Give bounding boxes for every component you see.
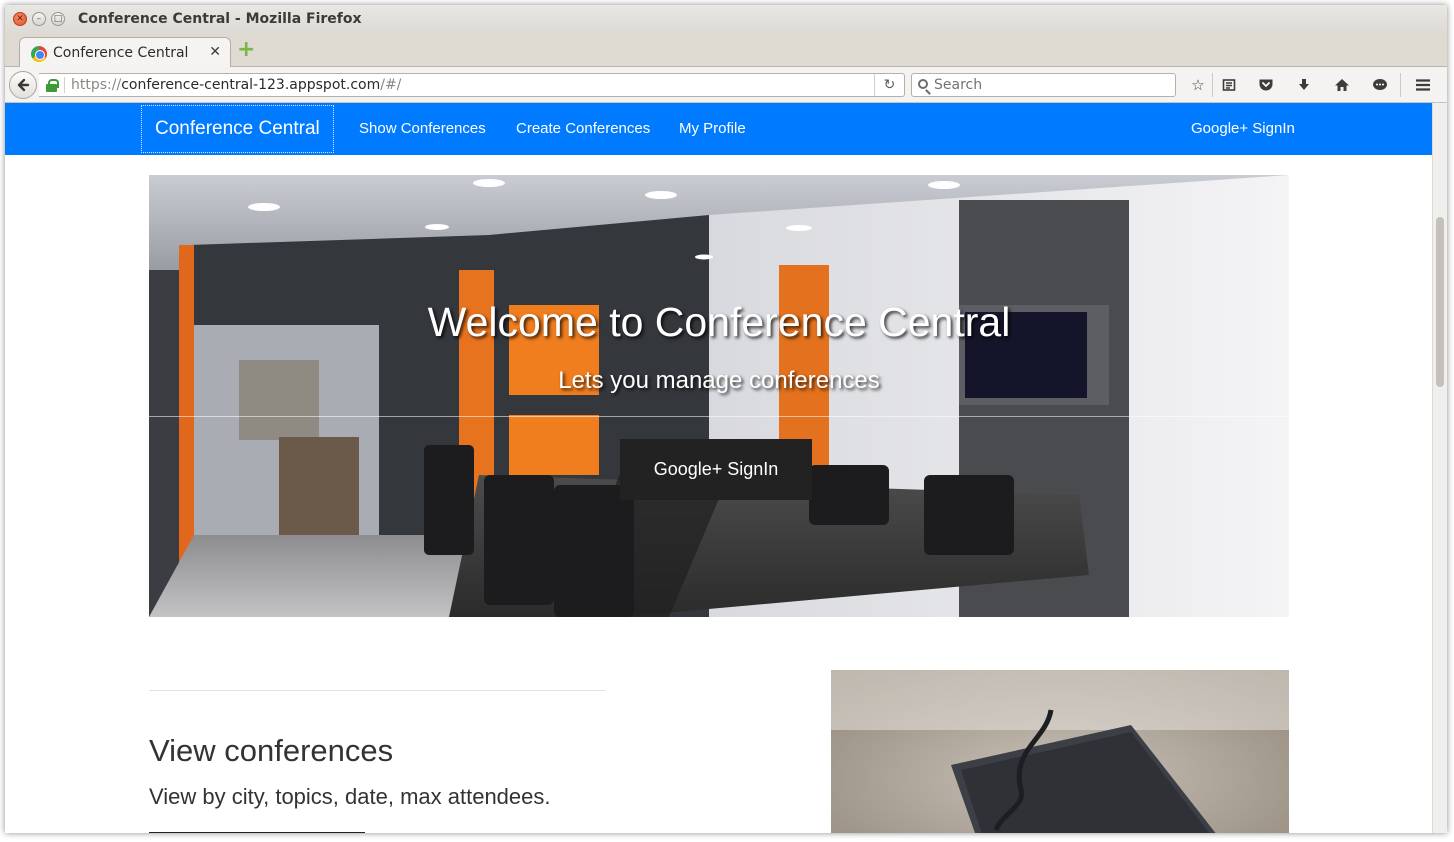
tab-conference-central[interactable]: Conference Central ✕	[19, 37, 231, 68]
toolbar-separator	[1400, 73, 1401, 97]
hero-divider	[149, 416, 1289, 417]
title-bar: ✕ – □ Conference Central - Mozilla Firef…	[5, 5, 1447, 33]
tab-title: Conference Central	[53, 45, 189, 61]
url-text[interactable]: https://conference-central-123.appspot.c…	[71, 77, 401, 93]
address-bar[interactable]: https://conference-central-123.appspot.c…	[39, 73, 905, 97]
toolbar-separator	[1212, 73, 1213, 97]
search-input[interactable]	[934, 75, 1170, 95]
download-arrow-icon[interactable]	[1293, 75, 1315, 95]
tab-strip: Conference Central ✕ +	[5, 33, 1447, 68]
favicon-icon	[31, 46, 47, 62]
site-navbar: Conference Central Show Conferences Crea…	[5, 103, 1432, 155]
hero-banner: Welcome to Conference Central Lets you m…	[149, 175, 1289, 617]
window-minimize-icon[interactable]: –	[32, 12, 46, 26]
view-conferences-button[interactable]	[149, 832, 365, 833]
browser-toolbar: https://conference-central-123.appspot.c…	[5, 67, 1447, 103]
section-divider	[149, 690, 605, 691]
nav-create-conferences[interactable]: Create Conferences	[516, 120, 650, 137]
pocket-icon[interactable]	[1255, 75, 1277, 95]
hero-subtitle: Lets you manage conferences	[558, 367, 880, 394]
nav-my-profile[interactable]: My Profile	[679, 120, 746, 137]
page-viewport: Conference Central Show Conferences Crea…	[5, 103, 1432, 833]
url-path: /#/	[380, 77, 402, 93]
url-host: conference-central-123.appspot.com	[121, 77, 381, 93]
browser-window: ✕ – □ Conference Central - Mozilla Firef…	[5, 5, 1447, 833]
hero-title: Welcome to Conference Central	[427, 299, 1011, 345]
clipboard-icon[interactable]	[1218, 75, 1240, 95]
back-arrow-icon[interactable]	[9, 71, 37, 99]
new-tab-icon[interactable]: +	[237, 39, 255, 61]
scrollbar-thumb[interactable]	[1436, 217, 1444, 387]
url-scheme: https://	[71, 77, 122, 93]
page-scrollbar[interactable]	[1432, 103, 1447, 833]
tab-close-icon[interactable]: ✕	[209, 44, 221, 60]
lock-icon	[46, 79, 59, 92]
brand-link[interactable]: Conference Central	[141, 105, 334, 153]
hero-background-photo	[149, 175, 1289, 617]
url-separator	[64, 77, 65, 93]
chat-bubble-icon[interactable]	[1369, 75, 1391, 95]
section-title: View conferences	[149, 733, 394, 768]
notebook-photo	[831, 670, 1289, 833]
search-box[interactable]	[911, 73, 1176, 97]
hamburger-menu-icon[interactable]	[1412, 75, 1434, 95]
hero-google-signin-button[interactable]: Google+ SignIn	[620, 439, 812, 500]
section-subtitle: View by city, topics, date, max attendee…	[149, 784, 551, 809]
search-icon	[918, 79, 928, 89]
home-icon[interactable]	[1331, 75, 1353, 95]
nav-google-signin[interactable]: Google+ SignIn	[1191, 120, 1295, 137]
nav-show-conferences[interactable]: Show Conferences	[359, 120, 486, 137]
window-close-icon[interactable]: ✕	[13, 12, 27, 26]
star-icon[interactable]: ☆	[1187, 75, 1209, 95]
reload-icon[interactable]: ↻	[874, 74, 904, 96]
window-title: Conference Central - Mozilla Firefox	[78, 11, 362, 27]
window-maximize-icon[interactable]: □	[51, 12, 65, 26]
